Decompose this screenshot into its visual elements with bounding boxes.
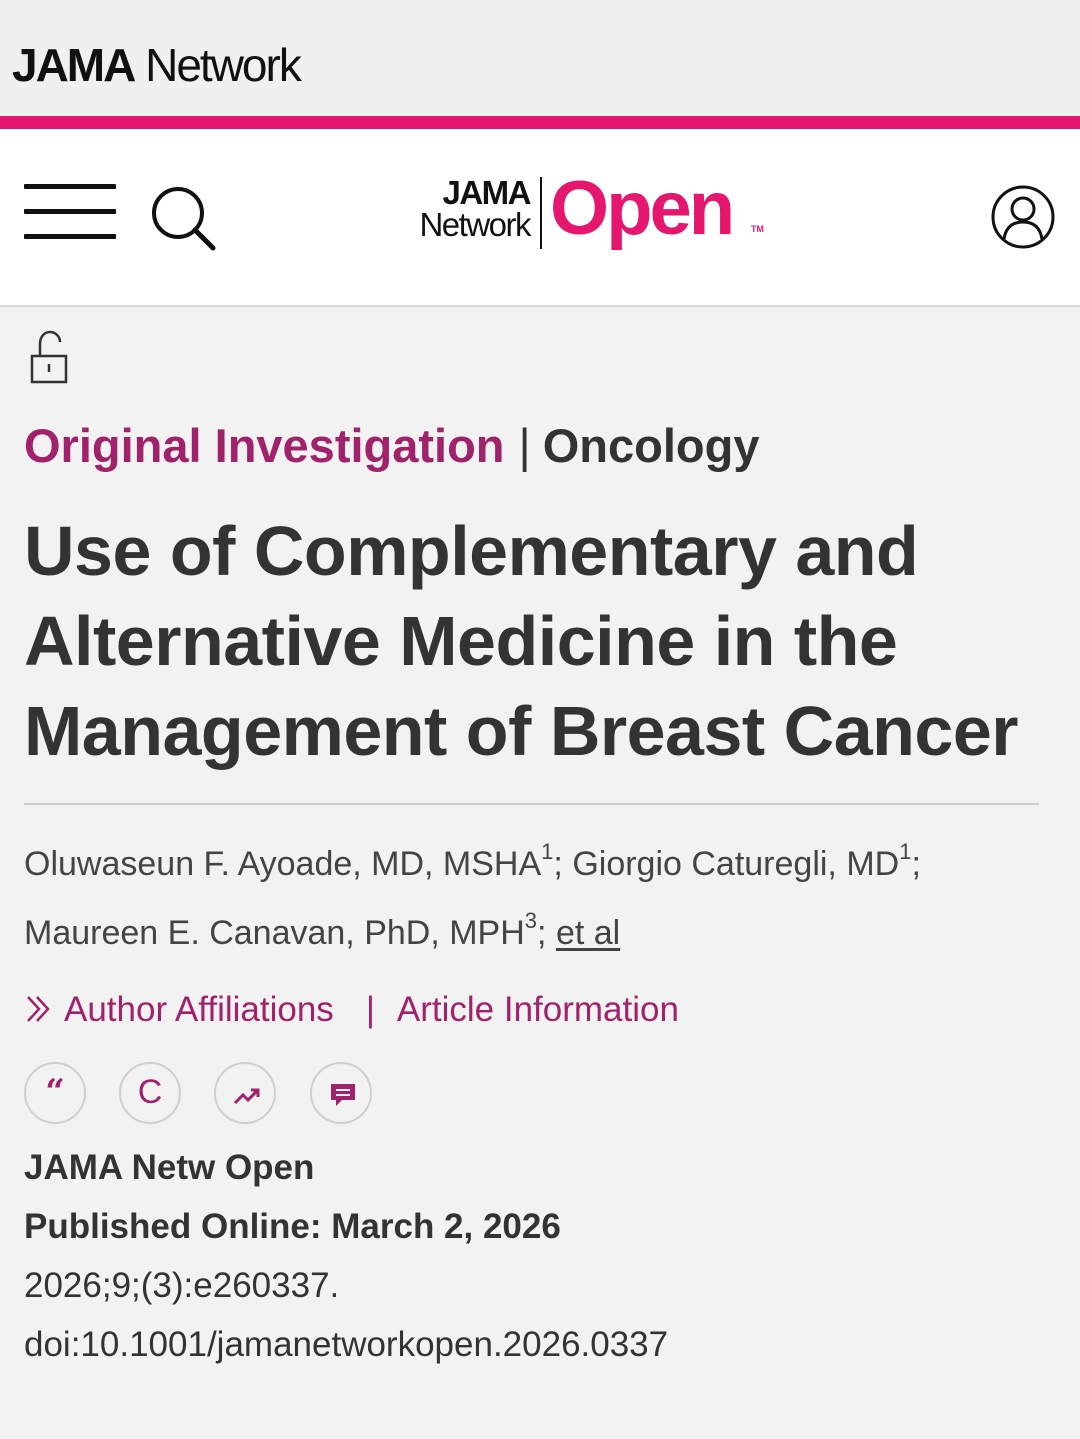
journal-name: JAMA Netw Open <box>24 1148 315 1187</box>
affiliation-number: 3 <box>524 908 538 933</box>
comment-button[interactable] <box>310 1062 372 1124</box>
author-list: Oluwaseun F. Ayoade, MD, MSHA1; Giorgio … <box>24 839 921 953</box>
network-header: JAMA Network <box>0 0 1080 116</box>
trending-icon <box>233 1088 260 1105</box>
logo-divider <box>540 177 542 249</box>
title-divider <box>24 803 1039 805</box>
article-topic[interactable]: Oncology <box>543 419 760 472</box>
article-title: Use of Complementary and Alternative Med… <box>24 512 1019 770</box>
journal-navbar: JAMA Network Open TM <box>0 129 1080 307</box>
accent-divider <box>0 116 1080 129</box>
category-separator: | <box>518 419 531 472</box>
menu-icon[interactable] <box>24 184 116 240</box>
doi[interactable]: doi:10.1001/jamanetworkopen.2026.0337 <box>24 1315 668 1374</box>
metrics-button[interactable] <box>214 1062 276 1124</box>
et-al-link[interactable]: et al <box>556 914 620 952</box>
author-name[interactable]: Oluwaseun F. Ayoade, MD, MSHA <box>24 845 541 883</box>
publication-info: JAMA Netw Open Published Online: March 2… <box>24 1138 668 1374</box>
trademark-mark: TM <box>751 224 764 234</box>
author-name[interactable]: Maureen E. Canavan, PhD, MPH <box>24 914 525 952</box>
affiliation-number: 1 <box>541 839 554 864</box>
comment-icon <box>331 1084 355 1106</box>
copyright-icon: C <box>137 1073 163 1111</box>
published-date: Published Online: March 2, 2026 <box>24 1207 561 1246</box>
cite-button[interactable]: “ <box>24 1062 86 1124</box>
logo-network-wordmark: JAMA Network <box>419 174 531 243</box>
links-separator: | <box>365 990 375 1029</box>
citation: 2026;9;(3):e260337. <box>24 1266 340 1305</box>
unlock-icon <box>28 330 70 386</box>
logo-open-wordmark: Open <box>550 166 735 251</box>
author-name[interactable]: Giorgio Caturegli, MD <box>572 845 899 883</box>
article-links: Author Affiliations | Article Information <box>24 990 679 1033</box>
permissions-button[interactable]: C <box>119 1062 181 1124</box>
quote-icon: “ <box>45 1072 65 1112</box>
jama-network-open-logo[interactable]: JAMA Network Open TM <box>398 166 768 253</box>
article-information-link[interactable]: Article Information <box>397 990 679 1029</box>
article-type[interactable]: Original Investigation <box>24 419 505 472</box>
author-affiliations-link[interactable]: Author Affiliations <box>64 990 334 1029</box>
affiliation-number: 1 <box>899 839 912 864</box>
search-icon[interactable] <box>148 183 218 253</box>
article-category: Original Investigation | Oncology <box>24 418 759 473</box>
user-icon[interactable] <box>990 184 1056 250</box>
chevron-right-icon <box>24 993 54 1033</box>
jama-network-logo[interactable]: JAMA Network <box>12 38 302 92</box>
